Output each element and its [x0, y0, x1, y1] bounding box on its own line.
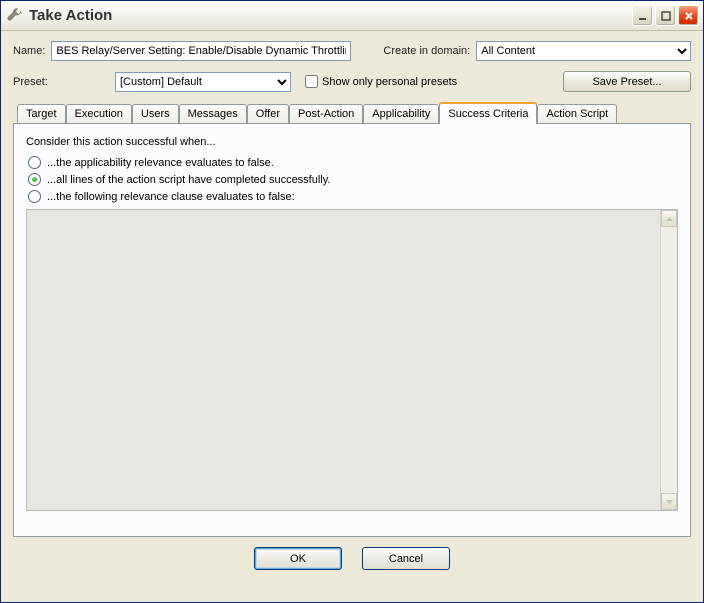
domain-label: Create in domain:: [383, 45, 470, 57]
radio-icon[interactable]: [28, 156, 41, 169]
scroll-up-icon[interactable]: [661, 210, 677, 227]
radio-label: ...the applicability relevance evaluates…: [47, 157, 274, 169]
title-bar: Take Action: [1, 1, 703, 31]
window-controls: [632, 5, 699, 26]
tab-target[interactable]: Target: [17, 104, 66, 123]
preset-row: Preset: [Custom] Default Show only perso…: [13, 71, 691, 92]
tab-offer[interactable]: Offer: [247, 104, 289, 123]
tab-success-criteria[interactable]: Success Criteria: [439, 102, 537, 124]
show-personal-label: Show only personal presets: [322, 76, 457, 88]
preset-select[interactable]: [Custom] Default: [115, 72, 291, 92]
tab-execution[interactable]: Execution: [66, 104, 132, 123]
tab-users[interactable]: Users: [132, 104, 179, 123]
tab-messages[interactable]: Messages: [179, 104, 247, 123]
scrollbar[interactable]: [660, 210, 677, 510]
minimize-button[interactable]: [632, 5, 653, 26]
tab-panel-success-criteria: Consider this action successful when... …: [13, 123, 691, 537]
domain-select[interactable]: All Content: [476, 41, 691, 61]
maximize-button[interactable]: [655, 5, 676, 26]
tab-post-action[interactable]: Post-Action: [289, 104, 363, 123]
radio-option-applicability[interactable]: ...the applicability relevance evaluates…: [28, 156, 678, 169]
ok-button[interactable]: OK: [254, 547, 342, 570]
name-label: Name:: [13, 45, 45, 57]
show-personal-checkbox[interactable]: [305, 75, 318, 88]
show-personal-checkbox-label[interactable]: Show only personal presets: [305, 75, 457, 88]
relevance-textarea[interactable]: [26, 209, 678, 511]
dialog-content: Name: Create in domain: All Content Pres…: [1, 31, 703, 584]
radio-icon[interactable]: [28, 190, 41, 203]
radio-option-relevance-clause[interactable]: ...the following relevance clause evalua…: [28, 190, 678, 203]
radio-option-all-lines[interactable]: ...all lines of the action script have c…: [28, 173, 678, 186]
scroll-down-icon[interactable]: [661, 493, 677, 510]
tab-strip: Target Execution Users Messages Offer Po…: [13, 102, 691, 123]
window-title: Take Action: [29, 7, 632, 24]
radio-label: ...all lines of the action script have c…: [47, 174, 331, 186]
success-prompt: Consider this action successful when...: [26, 136, 678, 148]
save-preset-button[interactable]: Save Preset...: [563, 71, 691, 92]
dialog-footer: OK Cancel: [13, 537, 691, 576]
radio-label: ...the following relevance clause evalua…: [47, 191, 295, 203]
close-button[interactable]: [678, 5, 699, 26]
name-row: Name: Create in domain: All Content: [13, 41, 691, 61]
name-input[interactable]: [51, 41, 351, 61]
tab-applicability[interactable]: Applicability: [363, 104, 439, 123]
wrench-icon: [7, 8, 23, 24]
cancel-button[interactable]: Cancel: [362, 547, 450, 570]
radio-icon[interactable]: [28, 173, 41, 186]
preset-label: Preset:: [13, 76, 65, 88]
tab-action-script[interactable]: Action Script: [537, 104, 617, 123]
